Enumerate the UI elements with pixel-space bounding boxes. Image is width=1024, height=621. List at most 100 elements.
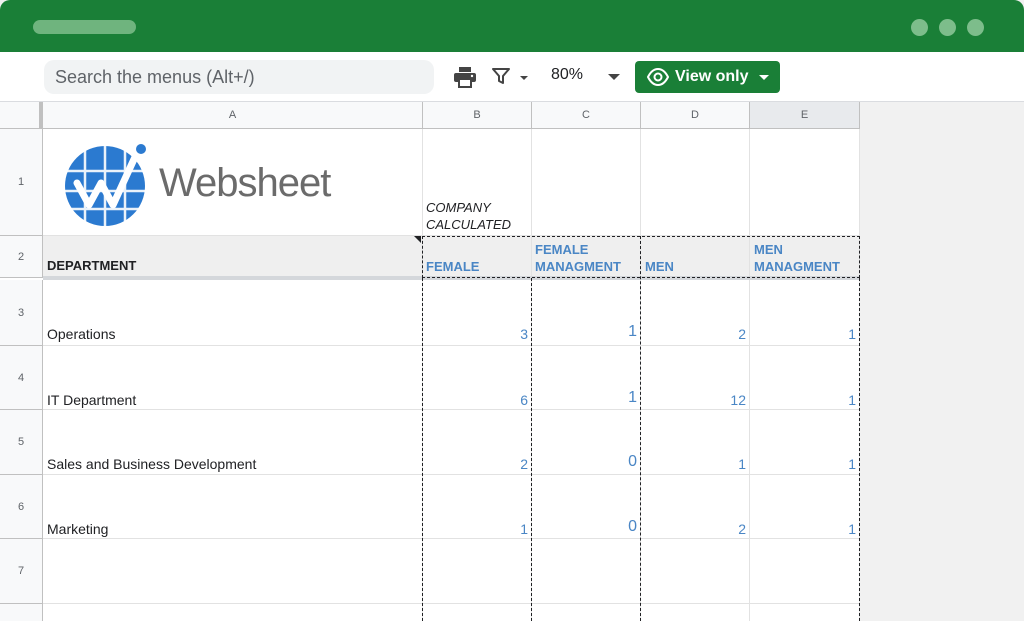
men-managment-header: MEN MANAGMENT	[754, 242, 840, 274]
zoom-select[interactable]: 80%	[551, 66, 583, 84]
window-dot-3[interactable]	[967, 19, 984, 36]
cell-c8[interactable]	[532, 604, 641, 621]
cell-d7[interactable]	[641, 539, 750, 604]
men-count: 1	[738, 456, 746, 472]
cell-a2-department-header[interactable]: DEPARTMENT	[43, 236, 423, 278]
cell-b7[interactable]	[423, 539, 532, 604]
column-header-c[interactable]: C	[532, 102, 641, 129]
row-header-1[interactable]: 1	[0, 129, 43, 236]
cell-b5[interactable]: 2	[423, 410, 532, 475]
female-managment-count: 1	[628, 389, 637, 406]
department-name: Sales and Business Development	[47, 456, 257, 472]
cell-c2-female-managment-header[interactable]: FEMALE MANAGMENT	[532, 236, 641, 278]
view-only-label: View only	[675, 68, 749, 85]
column-header-d[interactable]: D	[641, 102, 750, 129]
row-header-6[interactable]: 6	[0, 475, 43, 539]
column-header-a[interactable]: A	[43, 102, 423, 129]
female-managment-count: 0	[628, 453, 637, 470]
cell-b1[interactable]: COMPANY CALCULATED	[423, 129, 532, 236]
cell-d8[interactable]	[641, 604, 750, 621]
cell-c3[interactable]: 1	[532, 280, 641, 346]
cell-a3[interactable]: Operations	[43, 280, 423, 346]
female-count: 1	[520, 521, 528, 537]
websheet-logo-icon	[65, 144, 146, 226]
eye-icon	[647, 68, 669, 86]
men-header: MEN	[645, 259, 674, 274]
cell-d3[interactable]: 2	[641, 280, 750, 346]
cell-e6[interactable]: 1	[750, 475, 860, 539]
cell-b2-female-header[interactable]: FEMALE	[423, 236, 532, 278]
cell-b8[interactable]	[423, 604, 532, 621]
row-header-7[interactable]: 7	[0, 539, 43, 604]
zoom-dropdown-icon[interactable]	[608, 74, 620, 80]
search-menus-input[interactable]: Search the menus (Alt+/)	[44, 60, 434, 94]
cell-a4[interactable]: IT Department	[43, 346, 423, 410]
department-header: DEPARTMENT	[47, 258, 137, 273]
cell-e1[interactable]	[750, 129, 860, 236]
cell-c5[interactable]: 0	[532, 410, 641, 475]
cell-a6[interactable]: Marketing	[43, 475, 423, 539]
logo-text: Websheet	[159, 161, 331, 205]
cell-c7[interactable]	[532, 539, 641, 604]
female-count: 2	[520, 456, 528, 472]
app-window: Search the menus (Alt+/) 80% View only A…	[0, 0, 1024, 621]
men-managment-count: 1	[848, 392, 856, 408]
cell-e3[interactable]: 1	[750, 280, 860, 346]
cell-d4[interactable]: 12	[641, 346, 750, 410]
cell-d6[interactable]: 2	[641, 475, 750, 539]
female-count: 3	[520, 326, 528, 342]
row-header-5[interactable]: 5	[0, 410, 43, 475]
print-icon[interactable]	[453, 66, 477, 88]
female-managment-count: 1	[628, 323, 637, 340]
cell-e5[interactable]: 1	[750, 410, 860, 475]
chevron-down-icon	[759, 75, 769, 80]
cell-e7[interactable]	[750, 539, 860, 604]
window-dot-1[interactable]	[911, 19, 928, 36]
department-name: IT Department	[47, 392, 137, 408]
cell-b6[interactable]: 1	[423, 475, 532, 539]
cell-a1-logo[interactable]: Websheet	[43, 129, 423, 236]
view-only-button[interactable]: View only	[635, 61, 780, 93]
men-count: 2	[738, 521, 746, 537]
row-header-3[interactable]: 3	[0, 280, 43, 346]
cell-b4[interactable]: 6	[423, 346, 532, 410]
row-header-8[interactable]	[0, 604, 43, 621]
female-managment-count: 0	[628, 518, 637, 535]
title-bar	[0, 0, 1024, 52]
column-header-e[interactable]: E	[750, 102, 860, 129]
cell-c4[interactable]: 1	[532, 346, 641, 410]
cell-c6[interactable]: 0	[532, 475, 641, 539]
row-header-4[interactable]: 4	[0, 346, 43, 410]
window-dot-2[interactable]	[939, 19, 956, 36]
filter-dropdown-icon[interactable]	[520, 76, 528, 80]
men-managment-count: 1	[848, 521, 856, 537]
filter-icon[interactable]	[492, 67, 510, 85]
company-calculated-label: COMPANY CALCULATED	[426, 200, 512, 232]
cell-a7[interactable]	[43, 539, 423, 604]
cell-b3[interactable]: 3	[423, 280, 532, 346]
cell-d5[interactable]: 1	[641, 410, 750, 475]
female-count: 6	[520, 392, 528, 408]
female-managment-header: FEMALE MANAGMENT	[535, 242, 621, 274]
department-name: Marketing	[47, 521, 109, 537]
column-header-b[interactable]: B	[423, 102, 532, 129]
cell-e8[interactable]	[750, 604, 860, 621]
cell-a8[interactable]	[43, 604, 423, 621]
men-count: 12	[730, 392, 746, 408]
row-header-2[interactable]: 2	[0, 236, 43, 278]
department-name: Operations	[47, 326, 116, 342]
title-placeholder	[33, 20, 136, 34]
select-all-corner[interactable]	[0, 102, 43, 129]
men-managment-count: 1	[848, 326, 856, 342]
cell-note-marker	[414, 236, 421, 243]
cell-e4[interactable]: 1	[750, 346, 860, 410]
men-count: 2	[738, 326, 746, 342]
men-managment-count: 1	[848, 456, 856, 472]
cell-a5[interactable]: Sales and Business Development	[43, 410, 423, 475]
cell-d1[interactable]	[641, 129, 750, 236]
spreadsheet-grid[interactable]: A B C D E 1 2 3 4 5 6 7 Websheet COMPANY…	[0, 102, 860, 621]
cell-c1[interactable]	[532, 129, 641, 236]
cell-e2-men-managment-header[interactable]: MEN MANAGMENT	[750, 236, 860, 278]
toolbar: Search the menus (Alt+/) 80% View only	[0, 52, 1024, 102]
cell-d2-men-header[interactable]: MEN	[641, 236, 750, 278]
